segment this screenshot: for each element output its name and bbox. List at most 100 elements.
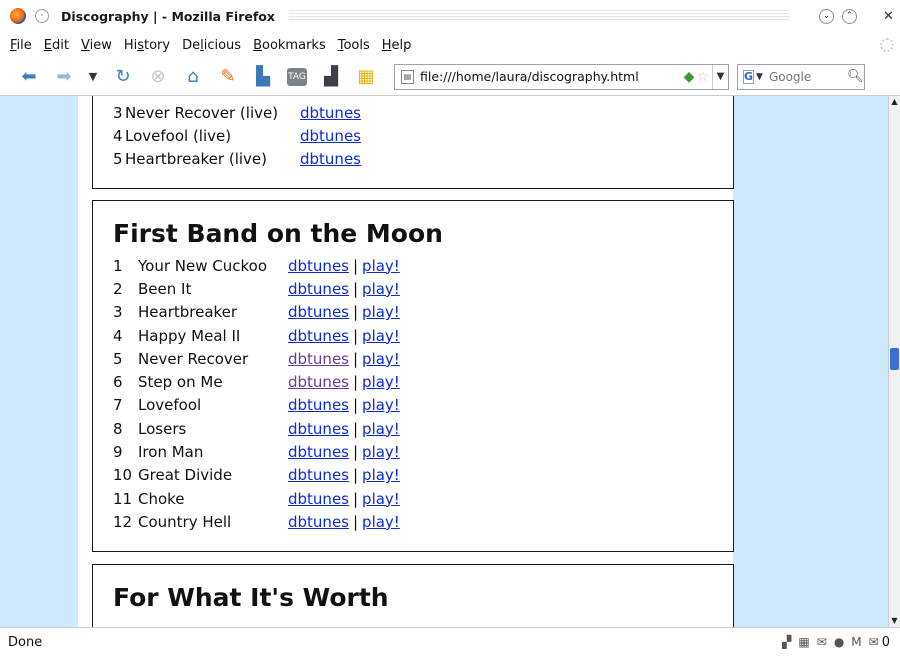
- addon-cube-icon[interactable]: ◆: [684, 69, 695, 85]
- screen-icon[interactable]: ▟: [320, 67, 342, 86]
- track-number: 3: [113, 103, 123, 122]
- track-name: Great Divide: [138, 466, 233, 485]
- track-number: 12: [113, 512, 133, 531]
- url-bar[interactable]: ▤ file:///home/laura/discography.html ◆ …: [394, 63, 729, 90]
- dbtunes-link[interactable]: dbtunes: [288, 280, 349, 298]
- mail-notifier-icon[interactable]: ✉: [869, 635, 879, 649]
- dbtunes-link[interactable]: dbtunes: [288, 327, 349, 345]
- track-row: 12 Country Hell dbtunes | play!: [113, 510, 733, 533]
- window-menu-icon[interactable]: ·: [35, 9, 49, 23]
- dbtunes-link[interactable]: dbtunes: [288, 257, 349, 275]
- link-separator: |: [352, 419, 359, 438]
- play-link[interactable]: play!: [362, 420, 400, 438]
- play-link[interactable]: play!: [362, 327, 400, 345]
- link-separator: |: [352, 279, 359, 298]
- track-name: Heartbreaker: [138, 303, 238, 322]
- track-row: 9 Iron Man dbtunes | play!: [113, 440, 733, 463]
- dbtunes-link[interactable]: dbtunes: [288, 373, 349, 391]
- track-number: 3: [113, 303, 123, 322]
- menu-history[interactable]: History: [119, 38, 177, 53]
- track-row: 4 Happy Meal II dbtunes | play!: [113, 324, 733, 347]
- url-dropdown-icon[interactable]: ▼: [712, 64, 728, 89]
- menu-bookmarks[interactable]: Bookmarks: [248, 38, 333, 53]
- reload-icon[interactable]: ↻: [112, 67, 134, 86]
- track-number: 5: [113, 150, 123, 169]
- menu-help[interactable]: Help: [377, 38, 419, 53]
- close-icon[interactable]: ✕: [881, 9, 896, 24]
- search-box[interactable]: G ▼ 🔍︎: [737, 63, 865, 90]
- menu-edit[interactable]: Edit: [39, 38, 76, 53]
- dbtunes-link[interactable]: dbtunes: [300, 127, 361, 145]
- play-link[interactable]: play!: [362, 396, 400, 414]
- status-circle-icon[interactable]: ●: [834, 635, 844, 649]
- track-name: Step on Me: [138, 373, 223, 392]
- scroll-up-arrow-icon[interactable]: ▲: [889, 96, 900, 108]
- page-icon: ▤: [401, 69, 414, 84]
- play-link[interactable]: play!: [362, 280, 400, 298]
- play-link[interactable]: play!: [362, 303, 400, 321]
- vertical-scrollbar[interactable]: ▲ ▼: [888, 96, 900, 627]
- dbtunes-link[interactable]: dbtunes: [288, 466, 349, 484]
- menu-file[interactable]: File: [5, 38, 39, 53]
- network-icon[interactable]: ▞: [782, 635, 791, 649]
- search-icon[interactable]: 🔍︎: [847, 69, 864, 84]
- track-list: 3 Never Recover (live) dbtunes 4 Lovefoo…: [113, 101, 733, 171]
- track-number: 8: [113, 419, 123, 438]
- dbtunes-link[interactable]: dbtunes: [288, 396, 349, 414]
- search-input[interactable]: [768, 69, 847, 84]
- forward-arrow-icon[interactable]: ➡: [53, 67, 75, 86]
- track-row: 11 Choke dbtunes | play!: [113, 487, 733, 510]
- page-viewport: 3 Never Recover (live) dbtunes 4 Lovefoo…: [0, 96, 888, 627]
- play-link[interactable]: play!: [362, 466, 400, 484]
- play-link[interactable]: play!: [362, 443, 400, 461]
- history-dropdown-icon[interactable]: ▼: [88, 71, 98, 82]
- menu-delicious[interactable]: Delicious: [177, 38, 248, 53]
- tag-icon[interactable]: TAG: [287, 67, 307, 86]
- gmail-icon[interactable]: M: [851, 635, 861, 649]
- status-bar: Done ▞ ▦ ✉ ● M ✉ 0: [0, 627, 900, 656]
- track-row: 2 Been It dbtunes | play!: [113, 277, 733, 300]
- mail-count: 0: [881, 634, 890, 650]
- envelope-icon[interactable]: ✉: [817, 635, 827, 649]
- back-arrow-icon[interactable]: ⬅: [18, 67, 40, 86]
- minimize-icon[interactable]: ⌄: [819, 8, 834, 24]
- dbtunes-link[interactable]: dbtunes: [288, 350, 349, 368]
- apps-grid-icon[interactable]: ▦: [355, 67, 377, 86]
- album-box: 3 Never Recover (live) dbtunes 4 Lovefoo…: [92, 96, 734, 189]
- play-link[interactable]: play!: [362, 350, 400, 368]
- engine-dropdown-icon[interactable]: ▼: [756, 72, 763, 82]
- status-text: Done: [8, 634, 43, 650]
- stop-icon[interactable]: ⊗: [147, 67, 169, 86]
- menu-tools[interactable]: Tools: [333, 38, 377, 53]
- url-text[interactable]: file:///home/laura/discography.html: [420, 69, 684, 84]
- menu-view[interactable]: View: [76, 38, 119, 53]
- pencil-icon[interactable]: ✎: [217, 67, 239, 86]
- track-number: 4: [113, 326, 123, 345]
- track-row: 5 Never Recover dbtunes | play!: [113, 347, 733, 370]
- track-name: Country Hell: [138, 512, 232, 531]
- play-link[interactable]: play!: [362, 490, 400, 508]
- grid-status-icon[interactable]: ▦: [798, 635, 809, 649]
- track-name: Your New Cuckoo: [138, 256, 268, 275]
- track-number: 10: [113, 466, 133, 485]
- track-name: Losers: [138, 419, 187, 438]
- play-link[interactable]: play!: [362, 373, 400, 391]
- dbtunes-link[interactable]: dbtunes: [288, 443, 349, 461]
- dbtunes-link[interactable]: dbtunes: [288, 420, 349, 438]
- scroll-down-arrow-icon[interactable]: ▼: [889, 615, 900, 627]
- dbtunes-link[interactable]: dbtunes: [300, 104, 361, 122]
- dbtunes-link[interactable]: dbtunes: [288, 490, 349, 508]
- dbtunes-link[interactable]: dbtunes: [288, 513, 349, 531]
- dbtunes-link[interactable]: dbtunes: [300, 150, 361, 168]
- maximize-icon[interactable]: ⌃: [842, 8, 857, 24]
- play-link[interactable]: play!: [362, 513, 400, 531]
- google-engine-icon[interactable]: G: [743, 69, 755, 84]
- dbtunes-link[interactable]: dbtunes: [288, 303, 349, 321]
- track-row: 6 Step on Me dbtunes | play!: [113, 370, 733, 393]
- track-number: 2: [113, 279, 123, 298]
- home-icon[interactable]: ⌂: [182, 67, 204, 86]
- play-link[interactable]: play!: [362, 257, 400, 275]
- bookmarks-sidebar-icon[interactable]: ▙: [252, 67, 274, 86]
- scrollbar-thumb[interactable]: [890, 348, 899, 370]
- bookmark-star-icon[interactable]: ☆: [696, 69, 709, 85]
